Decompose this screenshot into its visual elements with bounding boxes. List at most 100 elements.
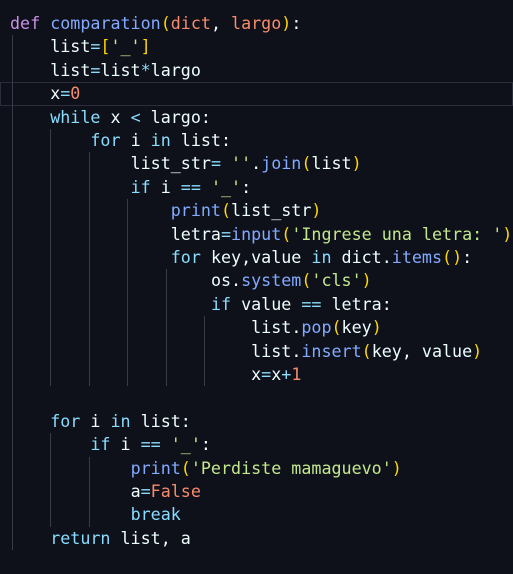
indent-guide [12, 129, 13, 153]
indent-guide [127, 363, 129, 387]
code-line[interactable]: list=list*largo [0, 59, 513, 82]
indent-guide [88, 339, 90, 363]
indent-guide [88, 222, 90, 246]
indent-guide [50, 129, 52, 153]
code-line-text: break [130, 504, 181, 525]
indent-guide [50, 175, 52, 200]
indent-guide [50, 456, 52, 480]
code-line[interactable]: if i == '_': [0, 176, 513, 199]
code-line-text: while x < largo: [50, 106, 211, 127]
code-line[interactable]: def comparation(dict, largo): [0, 12, 513, 35]
indent-guide [12, 409, 13, 434]
indent-guide [50, 480, 52, 504]
indent-guide [127, 292, 129, 317]
code-line-text: list=['_'] [50, 36, 151, 57]
indent-guide [12, 292, 13, 317]
indent-guide [12, 480, 13, 504]
code-line-text: for i in list: [90, 130, 232, 150]
indent-guide [204, 363, 205, 387]
indent-guide [88, 246, 90, 270]
code-line-text: print('Perdiste mamaguevo') [130, 457, 402, 478]
indent-guide [88, 503, 90, 527]
indent-guide [88, 456, 90, 480]
code-line[interactable]: os.system('cls') [0, 269, 513, 292]
indent-guide [12, 152, 13, 176]
indent-guide [12, 82, 13, 106]
code-line[interactable]: a=False [0, 480, 513, 503]
indent-guide [165, 292, 167, 317]
code-line-text: a=False [130, 481, 201, 501]
indent-guide [12, 526, 13, 551]
indent-guide [12, 175, 13, 200]
indent-guide [12, 433, 13, 457]
indent-guide [12, 456, 13, 480]
code-editor[interactable]: def comparation(dict, largo): list=['_']… [0, 0, 513, 574]
code-line-text: if i == '_': [90, 434, 211, 455]
code-line[interactable]: list.pop(key) [0, 316, 513, 339]
code-line[interactable]: break [0, 503, 513, 526]
indent-guide [50, 433, 52, 457]
code-line[interactable]: list=['_'] [0, 35, 513, 58]
indent-guide [12, 105, 13, 129]
code-line-text: def comparation(dict, largo): [10, 13, 302, 33]
code-line[interactable]: for key,value in dict.items(): [0, 246, 513, 269]
indent-guide [12, 35, 13, 59]
code-line[interactable]: print('Perdiste mamaguevo') [0, 457, 513, 480]
indent-guide [127, 269, 129, 293]
code-line-text: x=0 [50, 83, 81, 104]
indent-guide [50, 339, 52, 363]
code-line-text: os.system('cls') [210, 270, 372, 291]
code-line[interactable]: list_str= ''.join(list) [0, 152, 513, 175]
indent-guide [50, 199, 52, 223]
code-line-text: list_str= ''.join(list) [130, 153, 362, 174]
code-line-text: list.insert(key, value) [251, 340, 483, 361]
indent-guide [12, 386, 13, 410]
indent-guide [127, 222, 129, 246]
indent-guide [12, 363, 13, 387]
indent-guide [127, 199, 129, 223]
code-line-text: x=x+1 [251, 364, 302, 384]
code-line[interactable]: if value == letra: [0, 293, 513, 316]
indent-guide [127, 246, 129, 270]
code-line[interactable] [0, 386, 513, 409]
indent-guide [127, 339, 129, 363]
code-line-text: print(list_str) [170, 200, 322, 221]
indent-guide [50, 269, 52, 293]
indent-guide [50, 363, 52, 387]
code-line[interactable]: letra=input('Ingrese una letra: ') [0, 223, 513, 246]
code-line[interactable]: for i in list: [0, 129, 513, 152]
indent-guide [50, 152, 52, 176]
code-line[interactable]: list.insert(key, value) [0, 340, 513, 363]
indent-guide [50, 246, 52, 270]
code-line-text: if i == '_': [130, 176, 252, 197]
indent-guide [204, 316, 205, 340]
indent-guide [88, 316, 90, 340]
indent-guide [12, 316, 13, 340]
indent-guide [88, 480, 90, 504]
code-line[interactable]: if i == '_': [0, 433, 513, 456]
indent-guide [88, 152, 90, 176]
indent-guide [165, 363, 167, 387]
indent-guide [88, 199, 90, 223]
code-line[interactable]: x=x+1 [0, 363, 513, 386]
indent-guide [50, 222, 52, 246]
code-line-text: letra=input('Ingrese una letra: ') [170, 223, 513, 244]
indent-guide [50, 292, 52, 317]
code-line-text: if value == letra: [210, 293, 392, 314]
indent-guide [88, 269, 90, 293]
indent-guide [165, 269, 167, 293]
indent-guide [88, 292, 90, 317]
indent-guide [12, 503, 13, 527]
code-line[interactable]: while x < largo: [0, 106, 513, 129]
indent-guide [165, 339, 167, 363]
code-line[interactable]: for i in list: [0, 410, 513, 433]
code-line[interactable]: x=0 [0, 82, 513, 106]
indent-guide [88, 363, 90, 387]
code-line[interactable]: return list, a [0, 527, 513, 550]
indent-guide [165, 316, 167, 340]
code-line-text: list.pop(key) [251, 317, 382, 338]
code-line-text: for i in list: [50, 410, 191, 431]
indent-guide [12, 269, 13, 293]
indent-guide [50, 316, 52, 340]
code-line[interactable]: print(list_str) [0, 199, 513, 222]
